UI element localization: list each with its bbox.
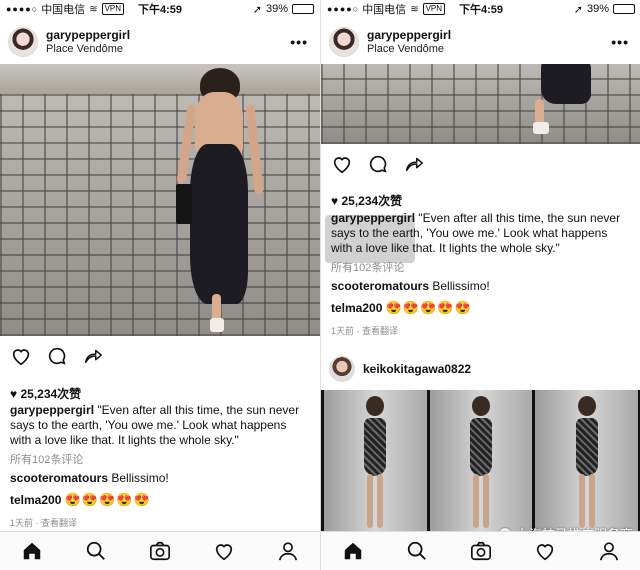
post-photo[interactable] [0,64,320,336]
comment-text: 😍😍😍😍😍 [64,492,151,507]
comment-item: scooteromatours Bellissimo! [10,471,169,485]
likes-count[interactable]: ♥ 25,234次赞 [10,385,81,402]
tab-bar [321,531,640,570]
comment-text: 😍😍😍😍😍 [385,300,472,315]
vpn-badge: VPN [101,3,125,15]
photo-woman [170,64,280,336]
comment-username[interactable]: telma200 [331,301,382,315]
carrier-name: 中国电信 [41,4,86,16]
caption-username[interactable]: garypeppergirl [10,403,94,417]
next-post-header: keikokitagawa0822 [321,352,640,386]
avatar[interactable] [329,27,359,57]
more-options-button[interactable]: ••• [290,34,312,50]
screen-left: ●●●●○ 中国电信 ≋ VPN 下午4:59 ➚ 39% garypepper… [0,0,320,570]
view-all-comments[interactable]: 所有102条评论 [10,451,83,467]
comment-icon[interactable] [46,345,68,367]
post-username[interactable]: garypeppergirl [367,28,451,42]
heart-icon[interactable] [331,153,353,175]
photo-panel [324,390,427,531]
post-photo[interactable] [321,64,640,144]
comment-item: telma200 😍😍😍😍😍 [10,492,151,508]
post-time: 1天前 [331,326,355,336]
likes-text: 25,234次赞 [20,387,82,401]
photo-woman [521,64,601,144]
likes-count[interactable]: ♥ 25,234次赞 [331,192,402,209]
location-arrow-icon: ➚ [252,3,262,16]
wifi-icon: ≋ [410,3,419,15]
search-icon[interactable] [85,540,107,562]
caption-username[interactable]: garypeppergirl [331,211,415,225]
search-icon[interactable] [406,540,428,562]
post-meta: 1天前 · 查看翻译 [331,326,399,336]
share-icon[interactable] [82,345,104,367]
avatar[interactable] [8,27,38,57]
tab-bar [0,531,320,570]
more-options-button[interactable]: ••• [611,34,633,50]
photo-panel [535,390,639,531]
photo-panel [429,390,533,531]
battery-percent: 39% [586,3,609,15]
status-bar: ●●●●○ 中国电信 ≋ VPN 下午4:59 ➚ 39% [321,0,640,18]
comment-username[interactable]: scooteromatours [331,279,429,293]
heart-icon[interactable] [10,345,32,367]
comment-icon[interactable] [367,153,389,175]
post-caption: garypeppergirl "Even after all this time… [10,403,310,448]
post-caption: garypeppergirl "Even after all this time… [331,211,631,256]
post-meta: 1天前 · 查看翻译 [10,518,78,528]
comment-item: telma200 😍😍😍😍😍 [331,300,472,316]
comment-item: scooteromatours Bellissimo! [331,279,490,293]
action-row [321,149,640,179]
wifi-icon: ≋ [89,3,98,15]
see-translation-link[interactable]: 查看翻译 [41,518,77,528]
see-translation-link[interactable]: 查看翻译 [362,326,398,336]
battery-icon [613,4,635,14]
view-all-comments[interactable]: 所有102条评论 [331,259,404,275]
next-post-username[interactable]: keikokitagawa0822 [363,362,471,376]
post-username[interactable]: garypeppergirl [46,28,130,42]
share-icon[interactable] [403,153,425,175]
likes-text: 25,234次赞 [341,194,403,208]
home-icon[interactable] [21,540,43,562]
location-arrow-icon: ➚ [573,3,583,16]
comment-text: Bellissimo! [111,471,169,485]
signal-dots-icon: ●●●●○ [6,4,39,14]
profile-icon[interactable] [277,540,299,562]
home-icon[interactable] [342,540,364,562]
avatar[interactable] [329,356,355,382]
comment-username[interactable]: scooteromatours [10,471,108,485]
signal-dots-icon: ●●●●○ [327,4,360,14]
activity-heart-icon[interactable] [534,540,556,562]
camera-icon[interactable] [149,540,171,562]
comment-username[interactable]: telma200 [10,493,61,507]
camera-icon[interactable] [470,540,492,562]
post-header: garypeppergirl Place Vendôme ••• [0,22,320,62]
post-location[interactable]: Place Vendôme [46,42,130,56]
post-time: 1天前 [10,518,34,528]
battery-percent: 39% [265,3,288,15]
post-header: garypeppergirl Place Vendôme ••• [321,22,640,62]
action-row [0,341,320,371]
status-bar: ●●●●○ 中国电信 ≋ VPN 下午4:59 ➚ 39% [0,0,320,18]
vpn-badge: VPN [422,3,446,15]
carrier-name: 中国电信 [362,4,407,16]
battery-icon [292,4,314,14]
next-post-photo[interactable] [321,390,640,531]
comment-text: Bellissimo! [432,279,490,293]
post-location[interactable]: Place Vendôme [367,42,451,56]
screen-right: ●●●●○ 中国电信 ≋ VPN 下午4:59 ➚ 39% garypepper… [321,0,640,570]
profile-icon[interactable] [598,540,620,562]
activity-heart-icon[interactable] [213,540,235,562]
